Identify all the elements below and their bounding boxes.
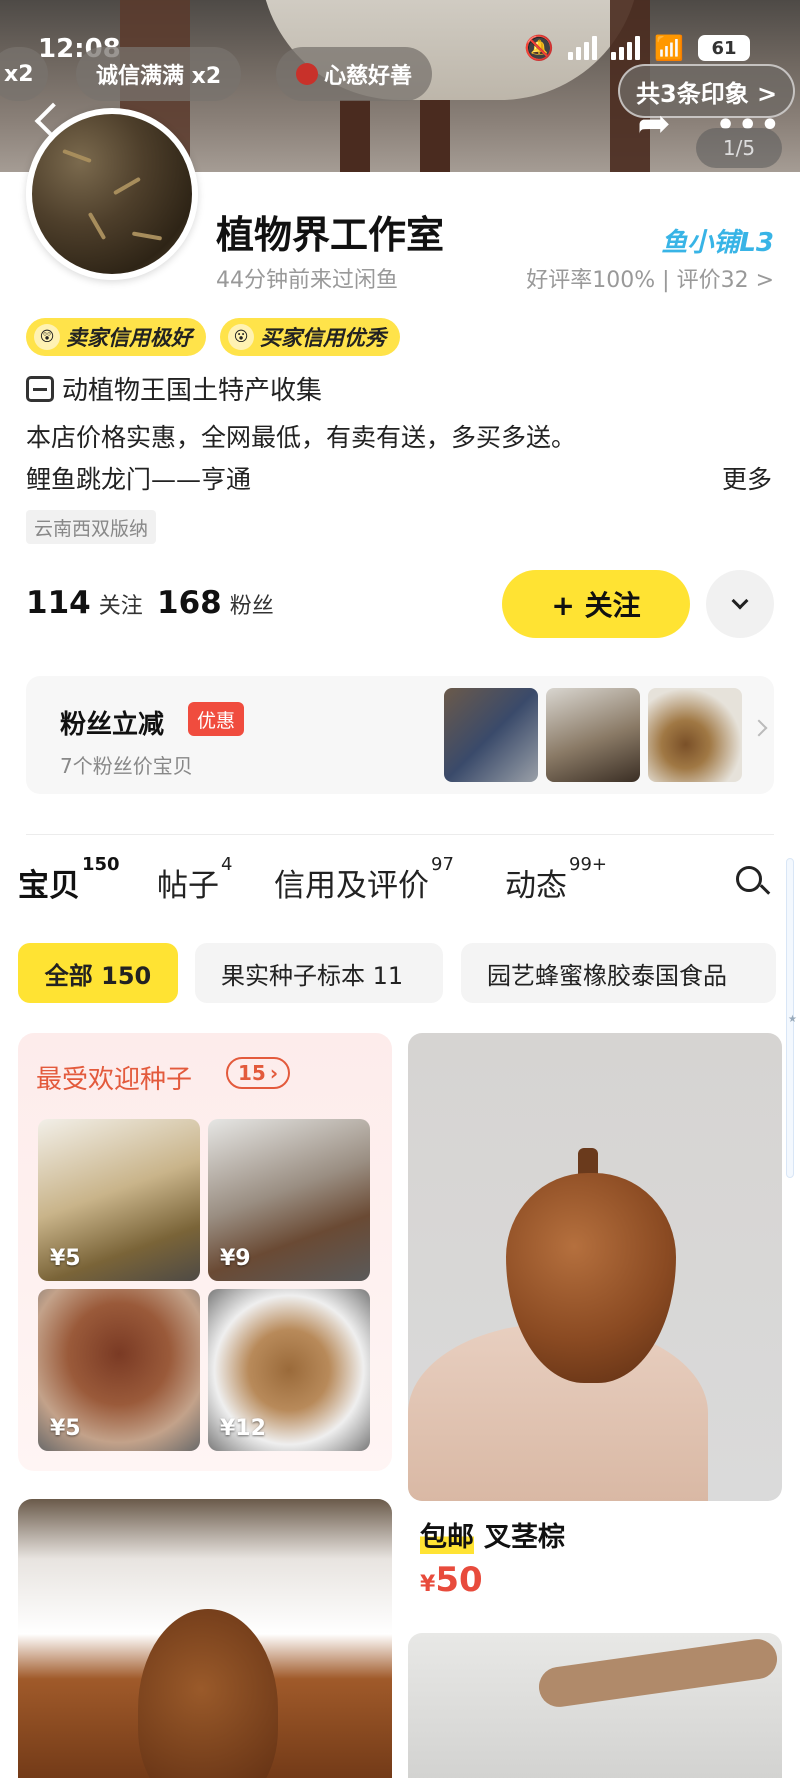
product-photo-branch	[536, 1636, 780, 1710]
shop-description: 本店价格实惠，全网最低，有卖有送，多买多送。	[26, 423, 577, 452]
item-price: ¥9	[220, 1246, 251, 1271]
tab-count: 4	[221, 854, 233, 875]
filter-fruit-seeds[interactable]: 果实种子标本 11	[195, 943, 443, 1003]
emoji-face-icon: 😮	[228, 324, 254, 350]
fans-item-thumbnail[interactable]	[546, 688, 640, 782]
store-icon	[26, 375, 54, 402]
tab-count: 99+	[569, 854, 607, 875]
tab-posts[interactable]: 帖子4	[157, 854, 232, 905]
shop-name: 植物界工作室	[216, 213, 445, 257]
follow-button[interactable]: + 关注	[502, 570, 690, 638]
collection-item[interactable]: ¥5	[38, 1119, 200, 1281]
buyer-credit-label: 买家信用优秀	[260, 326, 386, 350]
fans-discount-panel[interactable]: 粉丝立减 优惠 7个粉丝价宝贝	[26, 676, 774, 794]
chevron-right-icon	[750, 719, 768, 737]
fans-label: 粉丝	[229, 594, 274, 619]
chevron-down-icon[interactable]	[706, 570, 774, 638]
tab-feed[interactable]: 动态99+	[505, 854, 607, 905]
tab-label: 信用及评价	[274, 868, 429, 904]
chevron-right-icon: ›	[269, 1061, 279, 1085]
popular-seeds-collection[interactable]: 最受欢迎种子 15 › ¥5 ¥9 ¥5 ¥12	[18, 1033, 392, 1471]
location-tag: 云南西双版纳	[26, 510, 157, 544]
product-image[interactable]	[18, 1499, 392, 1778]
avatar[interactable]	[26, 108, 198, 280]
collection-item[interactable]: ¥9	[208, 1119, 370, 1281]
rating-link[interactable]: 好评率100% | 评价32 >	[526, 262, 774, 294]
tab-products[interactable]: 宝贝150	[18, 854, 120, 905]
fans-count: 168	[157, 585, 222, 621]
signal-icon	[568, 36, 598, 60]
tab-label: 宝贝	[18, 868, 80, 904]
impression-chip[interactable]: 心慈好善	[276, 47, 433, 101]
impression-chip-label: 心慈好善	[324, 64, 413, 89]
product-price: ¥50	[420, 1560, 483, 1600]
item-price: ¥5	[50, 1246, 81, 1271]
mute-icon: 🔕	[524, 34, 555, 62]
item-price: ¥12	[220, 1416, 266, 1441]
discount-tag: 优惠	[188, 702, 245, 736]
filter-all[interactable]: 全部 150	[18, 943, 178, 1003]
search-icon[interactable]	[736, 866, 771, 900]
following-stat[interactable]: 114 关注	[26, 585, 143, 621]
following-count: 114	[26, 585, 91, 621]
product-image[interactable]	[408, 1033, 782, 1501]
product-photo-pod	[138, 1609, 278, 1778]
shop-description: 鲤鱼跳龙门——亨通	[26, 465, 252, 494]
currency-symbol: ¥	[420, 1572, 436, 1597]
more-description-link[interactable]: 更多	[722, 460, 772, 496]
free-shipping-tag: 包邮	[420, 1515, 474, 1554]
collection-count: 15	[238, 1061, 266, 1085]
fans-discount-title: 粉丝立减	[60, 710, 165, 740]
status-icons: 🔕 📶 61	[524, 34, 750, 62]
product-image[interactable]	[408, 1633, 782, 1778]
tab-label: 动态	[505, 868, 567, 904]
fans-item-thumbnail[interactable]	[444, 688, 538, 782]
last-visit: 44分钟前来过闲鱼	[216, 268, 398, 293]
fans-item-thumbnail[interactable]	[648, 688, 742, 782]
buyer-credit-badge[interactable]: 😮 买家信用优秀	[220, 318, 400, 356]
battery-icon: 61	[698, 35, 750, 61]
shop-category: 动植物王国土特产收集	[26, 370, 322, 407]
fans-discount-subtitle: 7个粉丝价宝贝	[60, 754, 193, 778]
scroll-thumb[interactable]: ★	[788, 1014, 797, 1025]
collection-item[interactable]: ¥12	[208, 1289, 370, 1451]
product-title[interactable]: 包邮 叉茎棕	[420, 1515, 565, 1554]
tab-label: 帖子	[157, 868, 219, 904]
following-label: 关注	[98, 594, 143, 619]
tab-count: 150	[82, 854, 120, 875]
impression-chip[interactable]: x2	[0, 47, 48, 101]
banner-decoration	[340, 100, 370, 172]
tab-count: 97	[431, 854, 454, 875]
shop-category-label: 动植物王国土特产收集	[62, 376, 323, 406]
tab-credit-reviews[interactable]: 信用及评价97	[274, 854, 454, 905]
filter-garden-foods[interactable]: 园艺蜂蜜橡胶泰国食品	[461, 943, 776, 1003]
price-value: 50	[435, 1560, 483, 1600]
divider	[26, 834, 774, 835]
medal-icon	[296, 63, 318, 85]
seller-credit-label: 卖家信用极好	[66, 326, 192, 350]
fans-stat[interactable]: 168 粉丝	[157, 585, 274, 621]
collection-item[interactable]: ¥5	[38, 1289, 200, 1451]
emoji-face-icon: 😲	[34, 324, 60, 350]
item-price: ¥5	[50, 1416, 81, 1441]
impression-chip[interactable]: 诚信满满 x2	[76, 47, 242, 101]
wifi-icon: 📶	[654, 34, 684, 62]
collection-count-badge[interactable]: 15 ›	[226, 1057, 291, 1089]
banner-decoration	[420, 100, 450, 172]
seller-credit-badge[interactable]: 😲 卖家信用极好	[26, 318, 206, 356]
shop-level-badge[interactable]: 鱼小铺L3	[661, 222, 774, 259]
product-name: 叉茎棕	[484, 1522, 565, 1553]
banner-page-indicator: 1/5	[696, 128, 782, 168]
collection-title: 最受欢迎种子	[36, 1065, 193, 1095]
share-icon[interactable]: ➦	[630, 102, 678, 146]
signal-icon	[611, 36, 641, 60]
